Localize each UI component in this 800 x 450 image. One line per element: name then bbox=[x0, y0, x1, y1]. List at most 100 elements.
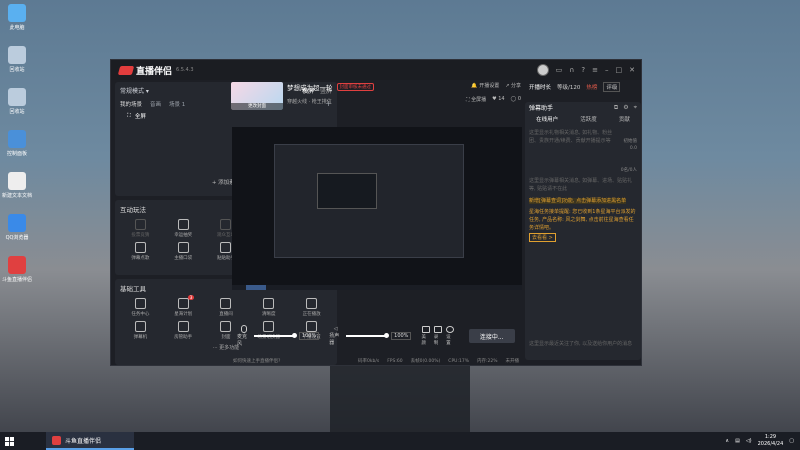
tool-button[interactable]: 任务中心 bbox=[119, 298, 162, 317]
maximize-icon[interactable]: □ bbox=[616, 66, 623, 74]
mic-volume-slider[interactable] bbox=[254, 333, 297, 338]
desktop-icon-label: 新建文本文档 bbox=[2, 193, 33, 199]
speaker-volume-value[interactable]: 100% bbox=[391, 332, 412, 340]
count-badge: 3 bbox=[187, 295, 195, 300]
desktop-app-icon bbox=[8, 256, 26, 274]
desktop-icon-label: 此电脑 bbox=[9, 25, 25, 31]
tool-label: 主播口袋 bbox=[174, 256, 193, 261]
tray-chevron-icon[interactable]: ∧ bbox=[725, 438, 729, 444]
taskbar: 斗鱼直播伴侣 ∧ ▤ ◁) 1:29 2026/4/24 ▢ bbox=[0, 432, 800, 450]
clock[interactable]: 1:29 2026/4/24 bbox=[758, 434, 784, 448]
avatar[interactable] bbox=[536, 64, 549, 76]
stat-dropped: 丢帧0(0.00%) bbox=[410, 359, 441, 364]
change-cover-label: 更改封面 bbox=[231, 103, 283, 110]
desktop-app-icon bbox=[8, 214, 26, 232]
danmaku-panel-title: 弹幕助手 bbox=[529, 105, 554, 112]
settings-button[interactable]: 设置 bbox=[446, 326, 455, 346]
center-panel: 更改封面 梦想成为超一轮 封面审核未通过 穿越火线 · 枪王排位 🔔 开播设置 … bbox=[231, 80, 522, 366]
mic-toggle[interactable]: 麦克风 bbox=[237, 325, 250, 347]
message-icon[interactable]: ▭ bbox=[556, 66, 563, 74]
tool-icon bbox=[220, 242, 232, 253]
start-button[interactable] bbox=[0, 432, 18, 450]
review-status-badge: 封面审核未通过 bbox=[336, 83, 374, 91]
cover-thumbnail[interactable]: 更改封面 bbox=[231, 82, 283, 110]
mode-dropdown[interactable]: 常规模式 ▾ bbox=[120, 86, 149, 95]
go-see-button[interactable]: 去看看 > bbox=[529, 233, 556, 242]
stat-live-state: 未开播 bbox=[505, 359, 520, 364]
tool-button[interactable]: 主播口袋 bbox=[162, 242, 205, 261]
broadcast-settings-link[interactable]: 🔔 开播设置 bbox=[471, 82, 499, 89]
danmaku-empty-text: 这里显示弹幕相关消息, 如弹幕、进场、贴贴礼等, 贴贴请不在此 bbox=[529, 178, 633, 192]
desktop-app-icon bbox=[8, 130, 26, 148]
fullscreen-source-icon: ⛶ bbox=[127, 112, 131, 119]
tool-label: 弹幕机 bbox=[133, 335, 148, 340]
tool-button[interactable]: 房管助手 bbox=[162, 321, 205, 340]
follow-empty-text: 这里显示最近关注了你, 以及送给你用户的消息 bbox=[529, 341, 633, 347]
desktop-icon[interactable]: 此电脑 bbox=[2, 4, 32, 31]
volume-icon[interactable]: ◁) bbox=[746, 438, 752, 444]
speaker-toggle[interactable]: ◁ 扬声器 bbox=[329, 326, 342, 346]
tab-rating[interactable]: 评级 bbox=[603, 82, 621, 92]
tab-online-users[interactable]: 在线用户 bbox=[536, 115, 558, 123]
stat-fps: FPS:60 bbox=[387, 358, 403, 364]
fullscreen-button[interactable]: ⛶ 全屏播 bbox=[466, 96, 486, 103]
stream-title[interactable]: 梦想成为超一轮 bbox=[287, 82, 333, 92]
scene-tab-1[interactable]: 场景 1 bbox=[169, 100, 185, 108]
expand-icon[interactable]: ⧉ bbox=[614, 104, 618, 112]
tool-button[interactable]: 弹幕机 bbox=[119, 321, 162, 340]
desktop-icon-label: 回收站 bbox=[9, 109, 25, 115]
app-logo: 直播伴侣 bbox=[117, 64, 172, 77]
record-button[interactable]: 录制 bbox=[434, 326, 442, 346]
tool-button[interactable]: 星海计划 3 bbox=[162, 295, 205, 317]
scene-tab-audio[interactable]: 音画 bbox=[150, 100, 161, 108]
stream-category[interactable]: 穿越火线 · 枪王排位 bbox=[287, 98, 466, 105]
share-link[interactable]: ↗ 分享 bbox=[505, 82, 521, 89]
preview-nested-window bbox=[317, 173, 377, 209]
desktop-icon[interactable]: 新建文本文档 bbox=[2, 172, 32, 199]
tab-level[interactable]: 等级/120 bbox=[557, 83, 580, 91]
tool-icon bbox=[134, 219, 146, 230]
close-icon[interactable]: ✕ bbox=[629, 66, 635, 74]
mic-volume-value[interactable]: 100% bbox=[298, 332, 320, 340]
tab-live-duration[interactable]: 开播时长 bbox=[529, 83, 551, 91]
app-window: 直播伴侣 6.5.4.3 ▭ ∩ ? ≡ – □ ✕ 常规模式 ▾ 横屏 竖屏 … bbox=[110, 59, 642, 366]
speaker-volume-slider[interactable] bbox=[346, 333, 390, 338]
preview-capture bbox=[274, 144, 464, 258]
likes-count: ♥ 14 bbox=[492, 96, 505, 102]
tool-button[interactable]: 弹幕点歌 bbox=[119, 242, 162, 261]
gear-icon[interactable]: ⚙ bbox=[623, 104, 628, 112]
scene-tab-mine[interactable]: 我的场景 bbox=[120, 100, 142, 108]
beauty-button[interactable]: 美颜 bbox=[421, 326, 430, 346]
beauty-icon bbox=[421, 326, 430, 333]
tab-hot-list[interactable]: 热榜 bbox=[586, 83, 597, 91]
initial-value: 0.0 bbox=[629, 146, 637, 151]
desktop-icon[interactable]: 控制面板 bbox=[2, 130, 32, 157]
taskbar-app-button[interactable]: 斗鱼直播伴侣 bbox=[46, 432, 134, 450]
pin-icon[interactable]: ⌖ bbox=[634, 104, 637, 112]
desktop-icon[interactable]: 回收站 bbox=[2, 88, 32, 115]
network-icon[interactable]: ▤ bbox=[735, 438, 740, 444]
tab-contribution[interactable]: 贡献 bbox=[619, 115, 630, 123]
tool-icon bbox=[134, 321, 146, 332]
stream-preview[interactable] bbox=[232, 127, 522, 290]
tool-button[interactable]: 幸运抽奖 bbox=[162, 219, 205, 238]
desktop-icon[interactable]: 斗鱼直播伴侣 bbox=[2, 256, 32, 283]
desktop-icon[interactable]: QQ浏览器 bbox=[2, 214, 32, 241]
preview-taskbar bbox=[232, 285, 522, 290]
menu-icon[interactable]: ≡ bbox=[592, 66, 598, 74]
start-live-button[interactable]: 连接中... bbox=[468, 329, 515, 343]
desktop-app-icon bbox=[8, 88, 26, 106]
initial-value-label: 初始值 bbox=[623, 139, 638, 144]
tool-icon bbox=[220, 219, 232, 230]
right-panel: 开播时长 等级/120 热榜 评级 弹幕助手 ⧉ ⚙ ⌖ 在线用户 活跃度 贡献… bbox=[525, 80, 641, 365]
notification-icon[interactable]: ▢ bbox=[789, 438, 794, 444]
minimize-icon[interactable]: – bbox=[605, 66, 609, 74]
status-bar: 如何快速上手直播伴侣? 码率0kb/s FPS:60 丢帧0(0.00%) CP… bbox=[231, 356, 521, 366]
tab-activity[interactable]: 活跃度 bbox=[580, 115, 597, 123]
help-icon[interactable]: ? bbox=[581, 66, 585, 74]
desktop-icon[interactable]: 回收站 bbox=[2, 46, 32, 73]
quick-start-link[interactable]: 如何快速上手直播伴侣? bbox=[233, 358, 280, 364]
headset-icon[interactable]: ∩ bbox=[569, 66, 574, 74]
tool-icon bbox=[220, 321, 232, 332]
tool-button[interactable]: 投票竞猜 bbox=[119, 219, 162, 238]
